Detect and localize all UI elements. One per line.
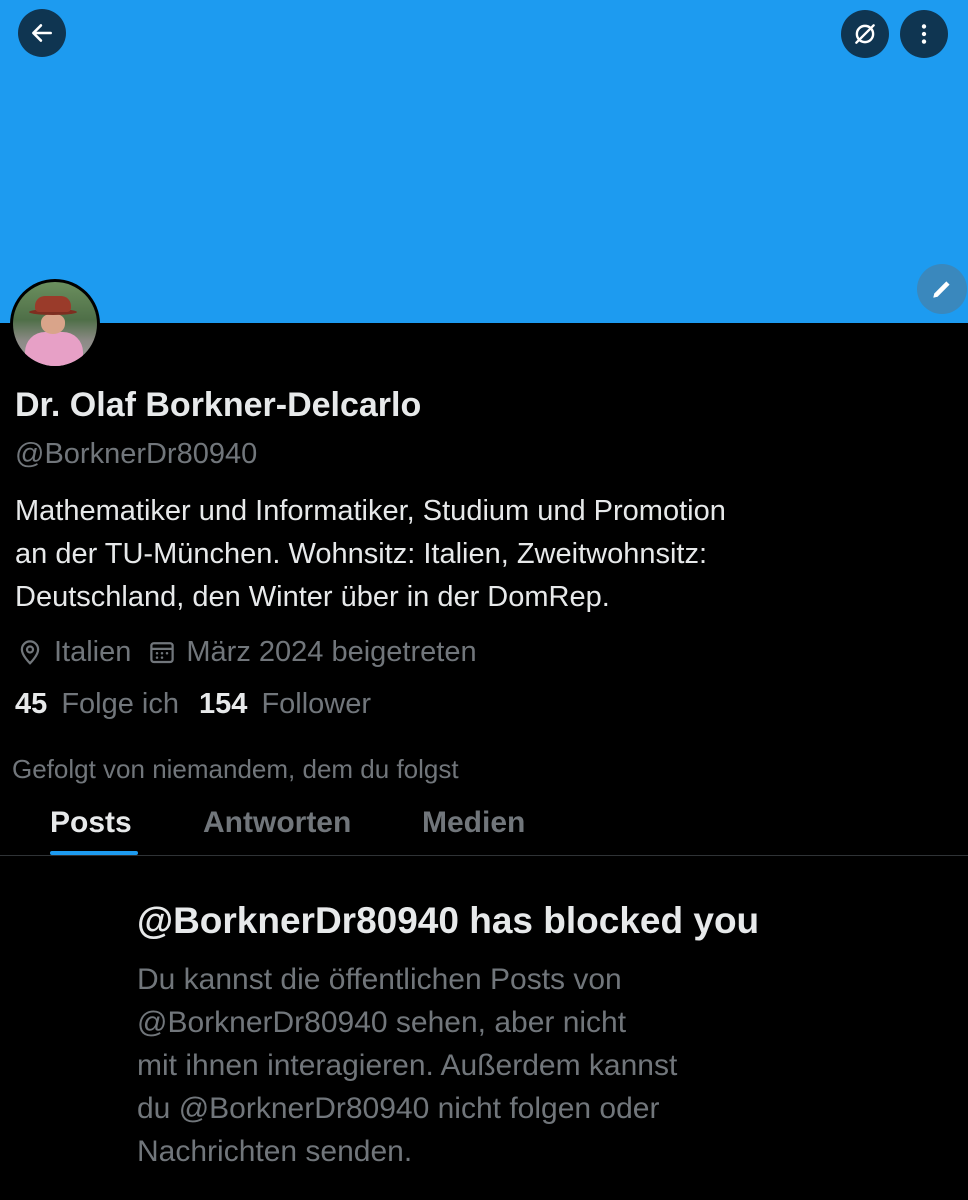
join-date: März 2024 beigetreten bbox=[147, 635, 477, 669]
location: Italien bbox=[15, 636, 131, 669]
tab-replies[interactable]: Antworten bbox=[203, 806, 351, 856]
calendar-icon bbox=[150, 642, 175, 664]
following-count: 45 bbox=[15, 688, 48, 720]
profile-handle: @BorknerDr80940 bbox=[15, 438, 258, 470]
profile-name: Dr. Olaf Borkner-Delcarlo bbox=[15, 386, 422, 424]
join-date-label: März 2024 beigetreten bbox=[186, 635, 477, 668]
profile-bio: Mathematiker und Informatiker, Studium u… bbox=[15, 490, 915, 619]
arrow-left-icon bbox=[32, 24, 52, 42]
profile-stats: 45 Folge ich 154 Follower bbox=[15, 688, 391, 721]
profile-banner bbox=[0, 0, 968, 323]
notifications-button[interactable] bbox=[841, 10, 889, 58]
blocked-message-line: mit ihnen interagieren. Außerdem kannst bbox=[137, 1049, 678, 1082]
bell-off-icon bbox=[855, 24, 875, 44]
more-vertical-icon bbox=[921, 24, 927, 44]
blocked-title: @BorknerDr80940 has blocked you bbox=[137, 900, 760, 941]
edit-button[interactable] bbox=[917, 264, 967, 314]
profile-meta: Italien März 2024 beigetreten bbox=[15, 632, 493, 672]
tabs-divider bbox=[0, 855, 968, 856]
avatar[interactable] bbox=[10, 279, 100, 369]
followed-by-text: Gefolgt von niemandem, dem du folgst bbox=[12, 754, 459, 784]
blocked-message: Du kannst die öffentlichen Posts von @Bo… bbox=[137, 958, 777, 1173]
map-pin-icon bbox=[20, 640, 40, 665]
avatar-image bbox=[13, 282, 97, 366]
location-label: Italien bbox=[54, 635, 132, 668]
bio-line: Deutschland, den Winter über in der DomR… bbox=[15, 581, 610, 613]
followers-count: 154 bbox=[199, 688, 248, 720]
more-options-button[interactable] bbox=[900, 10, 948, 58]
bio-line: Mathematiker und Informatiker, Studium u… bbox=[15, 495, 726, 527]
profile-tabs: Posts Antworten Medien bbox=[0, 806, 968, 856]
tab-media[interactable]: Medien bbox=[422, 806, 525, 856]
blocked-message-line: du @BorknerDr80940 nicht folgen oder bbox=[137, 1092, 660, 1125]
following-link[interactable]: 45 Folge ich bbox=[15, 688, 179, 721]
blocked-message-line: Nachrichten senden. bbox=[137, 1135, 413, 1168]
blocked-message-line: Du kannst die öffentlichen Posts von bbox=[137, 963, 622, 996]
followers-link[interactable]: 154 Follower bbox=[199, 688, 371, 721]
tab-posts[interactable]: Posts bbox=[50, 806, 132, 856]
followers-label: Follower bbox=[261, 688, 372, 720]
blocked-message-line: @BorknerDr80940 sehen, aber nicht bbox=[137, 1006, 627, 1039]
pencil-icon bbox=[933, 281, 950, 298]
following-label: Folge ich bbox=[61, 688, 179, 720]
back-button[interactable] bbox=[18, 9, 66, 57]
bio-line: an der TU-München. Wohnsitz: Italien, Zw… bbox=[15, 538, 708, 570]
